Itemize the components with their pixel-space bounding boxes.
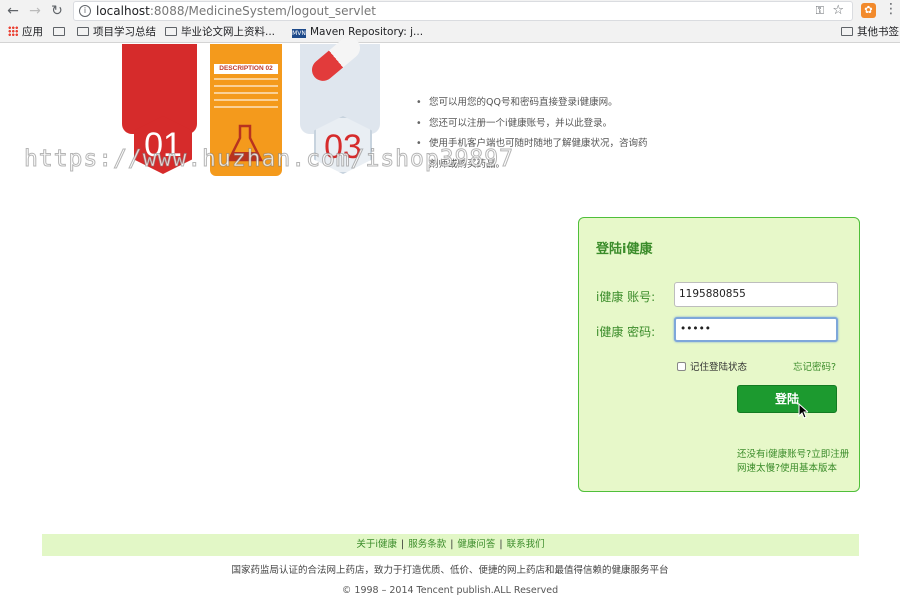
back-arrow-icon[interactable]: ← xyxy=(4,2,22,20)
separator: | xyxy=(499,539,503,550)
account-label: i健康 账号: xyxy=(596,290,656,304)
footer-link-contact[interactable]: 联系我们 xyxy=(507,539,545,550)
basic-version-link[interactable]: 使用基本版本 xyxy=(780,463,837,474)
watermark-text: https://www.huzhan.com/ishop39897 xyxy=(24,146,514,173)
separator: | xyxy=(400,539,405,550)
forward-arrow-icon[interactable]: → xyxy=(26,2,44,20)
no-account-text: 还没有i健康账号? xyxy=(737,449,812,460)
account-input[interactable]: 1195880855 xyxy=(674,282,838,307)
bookmark-thesis[interactable]: 毕业论文网上资料... xyxy=(165,25,275,40)
folder-icon xyxy=(841,27,853,36)
bookmarks-bar: 应用 项目学习总结 毕业论文网上资料... MVN Maven Repositor… xyxy=(0,22,900,43)
bookmark-apps[interactable]: 应用 xyxy=(8,25,43,40)
register-link[interactable]: 立即注册 xyxy=(811,449,849,460)
address-bar[interactable]: i localhost:8088/MedicineSystem/logout_s… xyxy=(73,1,853,21)
remember-me[interactable]: 记住登陆状态 xyxy=(677,359,747,373)
footer-links: 关于i健康 | 服务条款 | 健康问答 | 联系我们 xyxy=(42,534,859,556)
more-menu-icon[interactable]: ⋮ xyxy=(884,1,898,17)
password-input[interactable]: ••••• xyxy=(674,317,838,342)
footer-link-about[interactable]: 关于i健康 xyxy=(356,539,397,550)
url-text: localhost:8088/MedicineSystem/logout_ser… xyxy=(96,4,376,18)
footer-link-qa[interactable]: 健康问答 xyxy=(457,539,495,550)
feature-item: 您可以用您的QQ号和密码直接登录i健康网。 xyxy=(416,93,656,114)
description-lines xyxy=(214,78,278,113)
remember-label: 记住登陆状态 xyxy=(690,362,748,373)
footer-copyright: © 1998 – 2014 Tencent publish.ALL Reserv… xyxy=(341,585,559,596)
apps-grid-icon xyxy=(8,26,18,36)
login-button[interactable]: 登陆 xyxy=(737,385,837,413)
bookmark-maven[interactable]: MVN Maven Repository: j... xyxy=(292,25,423,40)
info-icon[interactable]: i xyxy=(79,5,91,17)
folder-icon xyxy=(77,27,89,36)
feature-item: 您还可以注册一个i健康账号，并以此登录。 xyxy=(416,114,656,135)
register-links: 还没有i健康账号?立即注册 网速太慢?使用基本版本 xyxy=(737,448,849,476)
bookmark-label: 毕业论文网上资料... xyxy=(181,26,276,38)
footer-link-terms[interactable]: 服务条款 xyxy=(408,539,446,550)
bookmark-project-summary[interactable]: 项目学习总结 xyxy=(77,25,156,40)
login-title: 登陆i健康 xyxy=(596,242,653,257)
remember-checkbox[interactable] xyxy=(677,362,686,371)
star-icon[interactable]: ☆ xyxy=(832,3,844,18)
bookmark-label: 应用 xyxy=(22,26,43,38)
page-content: DESCRIPTION 02 01 03 您可以用您的QQ号和密码直接登录i健康… xyxy=(0,32,900,602)
url-host: localhost xyxy=(96,4,150,18)
folder-icon xyxy=(53,27,65,36)
reload-icon[interactable]: ↻ xyxy=(48,2,66,20)
mouse-cursor-icon xyxy=(798,403,808,419)
footer-description: 国家药监局认证的合法网上药店，致力于打造优质、低价、便捷的网上药店和最值得信赖的… xyxy=(231,565,669,576)
bookmark-other[interactable]: 其他书签 xyxy=(841,25,899,40)
separator: | xyxy=(450,539,454,550)
folder-icon xyxy=(165,27,177,36)
bookmark-label: Maven Repository: j... xyxy=(310,26,424,38)
url-path: :8088/MedicineSystem/logout_servlet xyxy=(149,4,376,18)
slow-network-text: 网速太慢? xyxy=(737,463,781,474)
extension-icon[interactable]: ✿ xyxy=(861,3,876,18)
bookmark-folder[interactable] xyxy=(53,25,69,40)
bookmark-label: 其他书签 xyxy=(857,26,899,38)
login-panel: 登陆i健康 i健康 账号: 1195880855 i健康 密码: ••••• 记… xyxy=(578,217,860,492)
description-label: DESCRIPTION 02 xyxy=(214,64,278,74)
maven-icon: MVN xyxy=(292,29,306,38)
bookmark-label: 项目学习总结 xyxy=(93,26,156,38)
key-icon[interactable]: ⚿ xyxy=(816,4,824,18)
browser-toolbar: ← → ↻ i localhost:8088/MedicineSystem/lo… xyxy=(0,0,900,22)
forgot-password-link[interactable]: 忘记密码? xyxy=(793,359,836,373)
password-label: i健康 密码: xyxy=(596,325,656,339)
